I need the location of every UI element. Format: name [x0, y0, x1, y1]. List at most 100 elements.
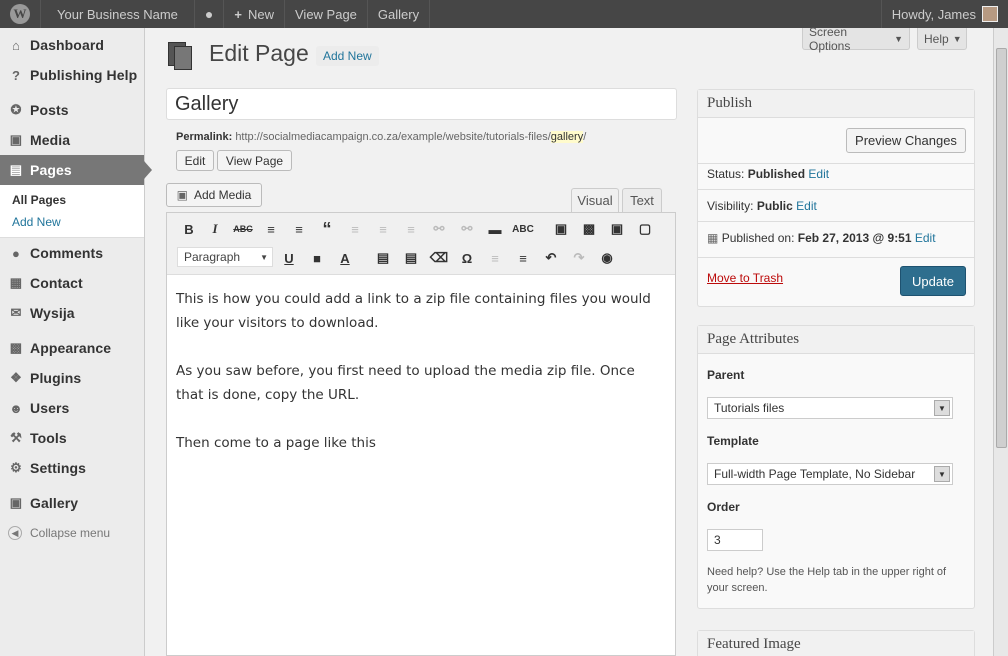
collapse-menu[interactable]: ◀ Collapse menu	[0, 518, 144, 548]
dropdown-arrow-icon: ▼	[934, 400, 950, 416]
link-icon[interactable]: ⚯	[429, 219, 449, 239]
preview-changes-button[interactable]: Preview Changes	[846, 128, 966, 153]
chevron-down-icon: ▼	[952, 33, 962, 44]
menu-appearance[interactable]: ▩ Appearance	[0, 333, 144, 363]
plugin-icon: ❖	[10, 370, 22, 385]
menu-posts[interactable]: ✪ Posts	[0, 95, 144, 125]
order-input[interactable]: 3	[707, 529, 763, 551]
page-scrollbar[interactable]	[993, 28, 1008, 656]
outdent-icon[interactable]: ≡	[485, 248, 505, 268]
spellcheck-icon[interactable]: ABC	[512, 219, 534, 239]
menu-pages[interactable]: ▤ Pages	[0, 155, 152, 185]
help-icon[interactable]: ◉	[597, 248, 617, 268]
template-select-value: Full-width Page Template, No Sidebar	[714, 467, 916, 481]
menu-label: Publishing Help	[30, 67, 138, 83]
menu-settings[interactable]: ⚙ Settings	[0, 453, 144, 483]
numbered-list-icon[interactable]: ≡	[289, 219, 309, 239]
underline-icon[interactable]: U	[279, 248, 299, 268]
paste-text-icon[interactable]: ▤	[373, 248, 393, 268]
insert-more-icon[interactable]: ▬	[485, 219, 505, 239]
update-button[interactable]: Update	[900, 266, 966, 296]
menu-label: Contact	[30, 275, 83, 291]
editor-toolbar: B I ABC ≡ ≡ “ ≡ ≡ ≡ ⚯ ⚯ ▬ ABC ▣ ▩ ▣ ▢ Pa…	[167, 213, 675, 275]
justify-icon[interactable]: ■	[307, 248, 327, 268]
add-media-button[interactable]: ▣ Add Media	[166, 183, 262, 207]
new-content-menu[interactable]: + New	[224, 0, 285, 28]
edit-permalink-button[interactable]: Edit	[176, 150, 214, 171]
move-to-trash-link[interactable]: Move to Trash	[707, 271, 783, 285]
admin-sidebar: ⌂ Dashboard ? Publishing Help ✪ Posts ▣ Medi…	[0, 28, 152, 656]
view-page-link[interactable]: View Page	[285, 0, 368, 28]
align-center-icon[interactable]: ≡	[373, 219, 393, 239]
bullet-list-icon[interactable]: ≡	[261, 219, 281, 239]
comment-icon: ●	[12, 245, 20, 261]
indent-icon[interactable]: ≡	[513, 248, 533, 268]
undo-icon[interactable]: ↶	[541, 248, 561, 268]
template-select[interactable]: Full-width Page Template, No Sidebar ▼	[707, 463, 953, 485]
editor-content[interactable]: This is how you could add a link to a zi…	[167, 275, 675, 491]
gallery-link[interactable]: Gallery	[368, 0, 431, 28]
fullscreen-icon[interactable]: ▣	[551, 219, 571, 239]
unlink-icon[interactable]: ⚯	[457, 219, 477, 239]
align-right-icon[interactable]: ≡	[401, 219, 421, 239]
gallery-icon: ▣	[9, 495, 23, 510]
submenu-all-pages[interactable]: All Pages	[12, 189, 144, 211]
paste-word-icon[interactable]: ▤	[401, 248, 421, 268]
permalink-trail: /	[583, 131, 587, 143]
menu-plugins[interactable]: ❖ Plugins	[0, 363, 144, 393]
screen-options-button[interactable]: Screen Options ▼	[802, 25, 910, 53]
menu-comments[interactable]: ● Comments	[0, 238, 144, 268]
redo-icon[interactable]: ↷	[569, 248, 589, 268]
bold-icon[interactable]: B	[179, 219, 199, 239]
gallery-label: Gallery	[377, 6, 420, 22]
wp-logo-menu[interactable]: W	[0, 0, 41, 28]
edit-status-link[interactable]: Edit	[808, 167, 829, 181]
insert-gallery-icon[interactable]: ▢	[635, 219, 655, 239]
toolbar-toggle-icon[interactable]: ▩	[579, 219, 599, 239]
text-color-icon[interactable]: A	[335, 248, 355, 268]
site-name-link[interactable]: Your Business Name	[41, 0, 195, 28]
special-character-icon[interactable]: Ω	[457, 248, 477, 268]
tab-text[interactable]: Text	[622, 188, 662, 212]
blockquote-icon[interactable]: “	[317, 219, 337, 239]
status-value: Published	[747, 167, 806, 181]
clear-formatting-icon[interactable]: ⌫	[429, 248, 449, 268]
post-title-input[interactable]: Gallery	[166, 88, 677, 120]
menu-gallery[interactable]: ▣ Gallery	[0, 488, 144, 518]
menu-contact[interactable]: ▦ Contact	[0, 268, 144, 298]
parent-select[interactable]: Tutorials files ▼	[707, 397, 953, 419]
dropdown-arrow-icon: ▼	[934, 466, 950, 482]
collapse-label: Collapse menu	[30, 526, 111, 540]
question-icon: ?	[11, 67, 21, 83]
edit-visibility-link[interactable]: Edit	[796, 199, 817, 213]
italic-icon[interactable]: I	[205, 219, 225, 239]
strikethrough-icon[interactable]: ABC	[233, 219, 253, 239]
insert-image-icon[interactable]: ▣	[607, 219, 627, 239]
submenu-add-new[interactable]: Add New	[12, 211, 144, 233]
menu-wysija[interactable]: ✉ Wysija	[0, 298, 144, 328]
settings-icon: ⚙	[10, 460, 22, 475]
my-account-menu[interactable]: Howdy, James	[880, 0, 1008, 28]
menu-publishing-help[interactable]: ? Publishing Help	[0, 60, 144, 90]
add-new-button[interactable]: Add New	[316, 46, 379, 66]
menu-media[interactable]: ▣ Media	[0, 125, 144, 155]
help-button[interactable]: Help ▼	[917, 28, 967, 50]
calendar-icon: ▦	[707, 231, 719, 245]
format-select-value: Paragraph	[184, 250, 241, 264]
menu-tools[interactable]: ⚒ Tools	[0, 423, 144, 453]
view-page-button[interactable]: View Page	[217, 150, 292, 171]
menu-dashboard[interactable]: ⌂ Dashboard	[0, 30, 144, 60]
format-select[interactable]: Paragraph ▼	[177, 247, 273, 267]
menu-users[interactable]: ☻ Users	[0, 393, 144, 423]
parent-label: Parent	[707, 368, 745, 382]
permalink-slug[interactable]: gallery	[550, 131, 584, 143]
publish-box: Publish Preview Changes Status: Publishe…	[697, 89, 975, 307]
scrollbar-thumb[interactable]	[996, 48, 1007, 448]
permalink-url: http://socialmediacampaign.co.za/example…	[235, 131, 551, 143]
comments-link[interactable]: ●	[195, 0, 225, 28]
align-left-icon[interactable]: ≡	[345, 219, 365, 239]
edit-date-link[interactable]: Edit	[915, 231, 936, 245]
tab-visual[interactable]: Visual	[571, 188, 619, 212]
add-media-label: Add Media	[193, 188, 252, 202]
visibility-row: Visibility: Public Edit	[707, 199, 817, 213]
